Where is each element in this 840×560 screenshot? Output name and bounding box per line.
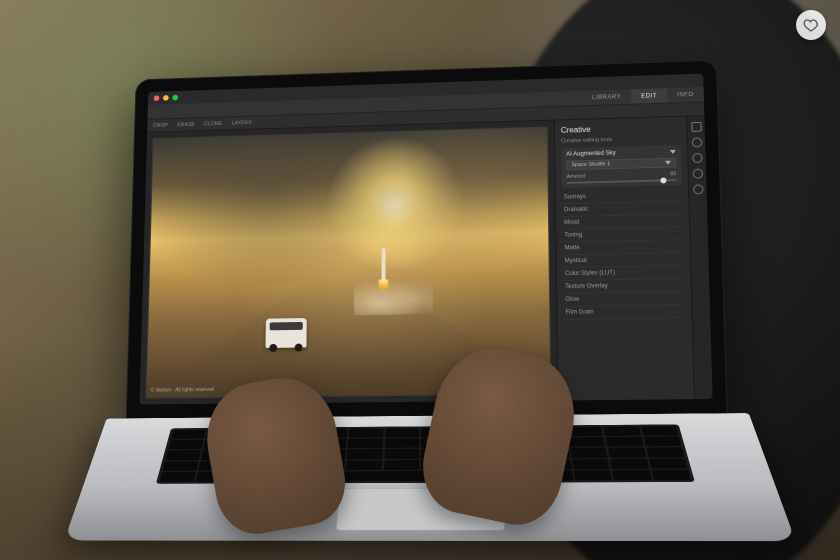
filter-item[interactable]: Film Grain — [563, 305, 685, 320]
window-minimize-button[interactable] — [163, 95, 169, 101]
window-close-button[interactable] — [154, 95, 160, 101]
tool-clone[interactable]: CLONE — [204, 121, 222, 127]
slider-label: Amount — [566, 174, 585, 180]
tool-layers[interactable]: LAYERS — [231, 120, 251, 126]
section-augmented-sky: AI Augmented Sky Space Shuttle 1 Amount — [561, 145, 682, 188]
scene-smoke — [354, 275, 433, 316]
tool-erase[interactable]: ERASE — [177, 122, 195, 128]
watermark-text: © Skylum · All rights reserved — [150, 387, 213, 394]
heart-icon — [803, 17, 819, 33]
panel-subtitle: Creative editing tools — [561, 135, 681, 144]
creative-icon[interactable] — [692, 153, 702, 163]
slider-track[interactable] — [567, 179, 677, 184]
favorite-button[interactable] — [796, 10, 826, 40]
panel-title: Creative — [561, 123, 681, 135]
section-heading[interactable]: AI Augmented Sky — [566, 151, 616, 158]
tab-edit[interactable]: EDIT — [631, 88, 667, 104]
chevron-down-icon — [665, 161, 671, 165]
window-fullscreen-button[interactable] — [172, 95, 178, 101]
histogram-icon[interactable] — [691, 122, 701, 132]
pro-icon[interactable] — [693, 184, 703, 194]
portrait-icon[interactable] — [692, 169, 702, 179]
filter-list: Sunrays Dramatic Mood Toning Matte Mysti… — [562, 189, 686, 320]
essentials-icon[interactable] — [691, 137, 701, 147]
slider-value: 85 — [670, 171, 676, 177]
tab-info[interactable]: INFO — [667, 87, 704, 103]
tab-library[interactable]: LIBRARY — [582, 89, 631, 105]
select-value: Space Shuttle 1 — [571, 161, 610, 168]
slider-thumb[interactable] — [660, 177, 666, 183]
right-panel: Creative Creative editing tools AI Augme… — [554, 116, 713, 401]
scene-van — [266, 318, 307, 348]
screen-bezel: LIBRARY EDIT INFO CROP ERASE CLONE LAYER… — [126, 60, 728, 423]
tool-crop[interactable]: CROP — [153, 122, 168, 128]
slider-amount[interactable]: Amount 85 — [566, 171, 676, 184]
app-window: LIBRARY EDIT INFO CROP ERASE CLONE LAYER… — [140, 74, 713, 405]
object-select[interactable]: Space Shuttle 1 — [566, 158, 676, 171]
workzone: © Skylum · All rights reserved Creative … — [140, 116, 713, 404]
scene-rocket — [378, 249, 388, 294]
chevron-down-icon[interactable] — [670, 150, 676, 154]
